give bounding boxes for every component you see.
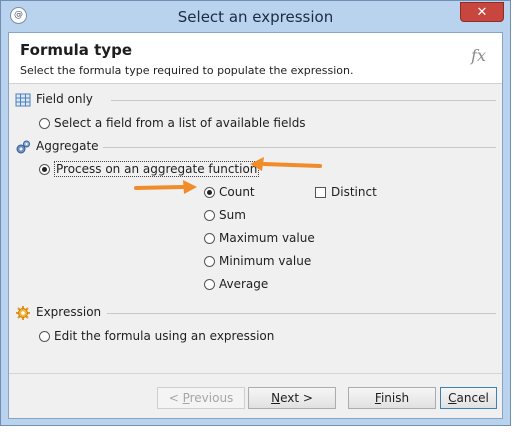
dialog-body: Formula type Select the formula type req… (8, 32, 503, 419)
radio-label: Process on an aggregate function (54, 161, 260, 177)
fx-icon: fx (471, 46, 486, 65)
radio-count[interactable]: Count (204, 184, 255, 200)
checkbox-label: Distinct (331, 185, 377, 199)
section-label-expression: Expression (36, 305, 102, 319)
section-divider (111, 100, 496, 101)
radio-aggregate[interactable]: Process on an aggregate function (39, 161, 260, 177)
table-grid-icon (15, 93, 31, 107)
radio-button[interactable] (204, 209, 215, 221)
radio-label: Count (219, 185, 255, 199)
radio-button[interactable] (204, 232, 215, 244)
dialog-window: @ Select an expression ✕ Formula type Se… (0, 0, 511, 426)
close-button[interactable]: ✕ (460, 2, 504, 22)
previous-button[interactable]: < Previous (157, 387, 245, 409)
cancel-button[interactable]: Cancel (440, 387, 497, 409)
window-title: Select an expression (177, 8, 334, 26)
checkbox-distinct[interactable]: Distinct (315, 184, 377, 200)
gears-icon (16, 140, 30, 154)
section-expression: Expression (15, 305, 496, 321)
radio-sum[interactable]: Sum (204, 207, 246, 223)
radio-button[interactable] (204, 186, 215, 198)
section-divider (107, 313, 496, 314)
finish-button[interactable]: Finish (348, 387, 436, 409)
radio-expression[interactable]: Edit the formula using an expression (39, 328, 274, 344)
radio-minimum[interactable]: Minimum value (204, 253, 311, 269)
radio-label: Minimum value (219, 254, 312, 268)
radio-field-only[interactable]: Select a field from a list of available … (39, 115, 306, 131)
radio-button[interactable] (39, 330, 50, 342)
header-panel: Formula type Select the formula type req… (9, 33, 502, 84)
radio-button[interactable] (39, 117, 50, 129)
radio-label: Sum (219, 208, 246, 222)
radio-average[interactable]: Average (204, 276, 268, 292)
radio-label: Maximum value (219, 231, 315, 245)
radio-maximum[interactable]: Maximum value (204, 230, 315, 246)
section-field-only: Field only (15, 92, 496, 108)
radio-label: Average (219, 277, 269, 291)
radio-label: Edit the formula using an expression (54, 329, 275, 343)
checkbox[interactable] (315, 186, 326, 198)
radio-label: Select a field from a list of available … (54, 116, 306, 130)
annotation-arrow-aggregate (250, 157, 322, 171)
title-bar[interactable]: @ Select an expression ✕ (1, 1, 510, 31)
footer-divider (9, 373, 502, 374)
next-button[interactable]: Next > (248, 387, 336, 409)
radio-button[interactable] (39, 163, 50, 175)
page-description: Select the formula type required to popu… (20, 64, 354, 77)
section-divider (103, 147, 496, 148)
radio-button[interactable] (204, 255, 215, 267)
annotation-arrow-count (134, 180, 197, 194)
section-aggregate: Aggregate (15, 139, 496, 155)
radio-button[interactable] (204, 278, 215, 290)
section-label-field-only: Field only (36, 92, 93, 106)
section-label-aggregate: Aggregate (36, 139, 99, 153)
page-title: Formula type (20, 41, 132, 59)
sun-gear-icon (16, 306, 30, 320)
